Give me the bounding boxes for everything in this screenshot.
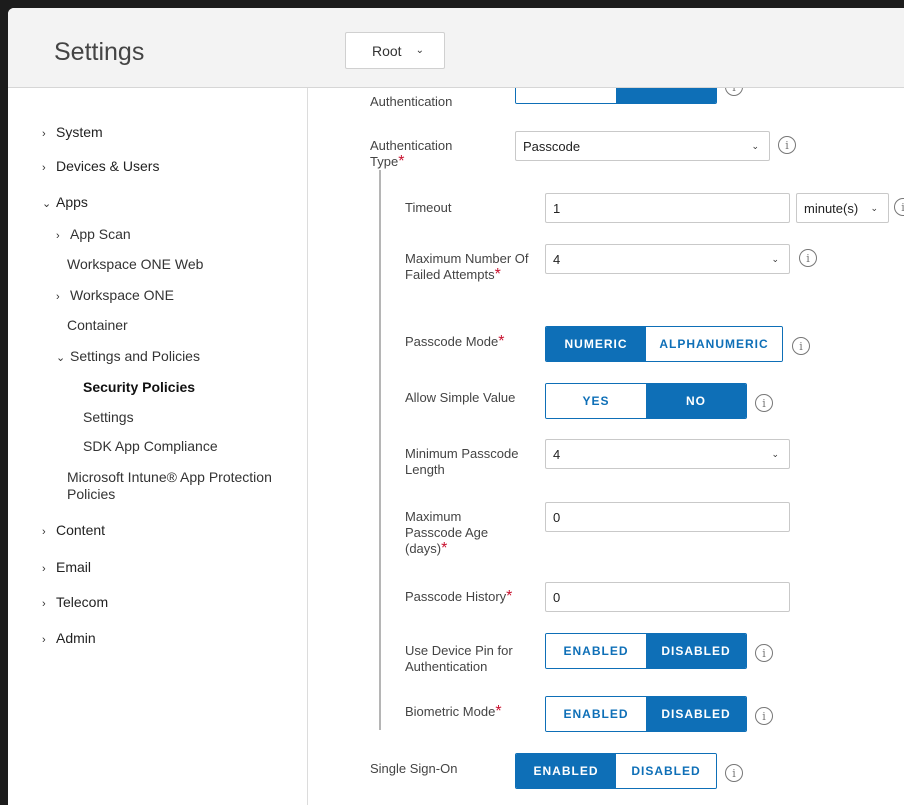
passcode-mode-alphanumeric[interactable]: ALPHANUMERIC xyxy=(646,327,782,361)
chevron-down-icon: ⌄ xyxy=(42,198,52,210)
chevron-down-icon: ⌄ xyxy=(870,203,878,213)
sidebar-item-content[interactable]: › Content xyxy=(42,522,105,538)
passcode-mode-toggle[interactable]: NUMERIC ALPHANUMERIC xyxy=(545,326,783,362)
chevron-right-icon: › xyxy=(42,563,46,575)
allow-simple-value-toggle[interactable]: YES NO xyxy=(545,383,747,419)
info-icon[interactable]: i xyxy=(755,644,773,662)
device-pin-label: Use Device Pin for Authentication xyxy=(405,643,513,674)
chevron-down-icon: ⌄ xyxy=(56,352,66,364)
single-sign-on-toggle[interactable]: ENABLED DISABLED xyxy=(515,753,717,789)
max-passcode-age-input[interactable]: 0 xyxy=(545,502,790,532)
required-asterisk: * xyxy=(441,540,448,557)
chevron-down-icon: ⌄ xyxy=(771,449,779,459)
info-icon[interactable]: i xyxy=(755,707,773,725)
authentication-option-on[interactable] xyxy=(616,88,716,103)
chevron-right-icon: › xyxy=(56,291,60,303)
sidebar-item-telecom[interactable]: › Telecom xyxy=(42,594,108,610)
allow-simple-no[interactable]: NO xyxy=(646,384,746,418)
chevron-down-icon: ⌄ xyxy=(415,45,424,56)
sso-disabled[interactable]: DISABLED xyxy=(616,754,716,788)
max-failed-attempts-select[interactable]: 4 ⌄ xyxy=(545,244,790,274)
sidebar-item-settings[interactable]: Settings xyxy=(83,409,134,425)
biometric-mode-label: Biometric Mode* xyxy=(405,703,502,720)
min-passcode-length-select[interactable]: 4 ⌄ xyxy=(545,439,790,469)
sidebar-item-workspace-one[interactable]: › Workspace ONE xyxy=(56,287,174,303)
device-pin-enabled[interactable]: ENABLED xyxy=(546,634,646,668)
chevron-right-icon: › xyxy=(42,598,46,610)
info-icon[interactable]: i xyxy=(778,136,796,154)
timeout-label: Timeout xyxy=(405,200,452,215)
sidebar-item-container[interactable]: Container xyxy=(67,317,128,333)
sidebar-item-email[interactable]: › Email xyxy=(42,559,91,575)
sidebar-item-sdk-app-compliance[interactable]: SDK App Compliance xyxy=(83,438,218,454)
passcode-history-input[interactable]: 0 xyxy=(545,582,790,612)
required-asterisk: * xyxy=(495,703,502,720)
info-icon[interactable]: i xyxy=(755,394,773,412)
biometric-mode-toggle[interactable]: ENABLED DISABLED xyxy=(545,696,747,732)
sso-enabled[interactable]: ENABLED xyxy=(516,754,616,788)
authentication-option-off[interactable] xyxy=(516,88,616,103)
required-asterisk: * xyxy=(494,266,501,283)
chevron-down-icon: ⌄ xyxy=(771,254,779,264)
timeout-input[interactable]: 1 xyxy=(545,193,790,223)
info-icon[interactable]: i xyxy=(799,249,817,267)
sidebar-item-intune-app-protection[interactable]: Microsoft Intune® App Protection Policie… xyxy=(67,469,297,503)
sidebar-item-app-scan[interactable]: › App Scan xyxy=(56,226,131,242)
org-group-value: Root xyxy=(372,42,402,59)
biometric-disabled[interactable]: DISABLED xyxy=(646,697,746,731)
required-asterisk: * xyxy=(506,588,513,605)
max-passcode-age-label: Maximum Passcode Age (days)* xyxy=(405,509,489,557)
max-failed-attempts-label: Maximum Number Of Failed Attempts* xyxy=(405,251,529,283)
chevron-right-icon: › xyxy=(56,230,60,242)
sidebar-item-workspace-one-web[interactable]: Workspace ONE Web xyxy=(67,256,203,272)
info-icon[interactable]: i xyxy=(894,198,904,216)
chevron-right-icon: › xyxy=(42,526,46,538)
required-asterisk: * xyxy=(398,153,405,170)
device-pin-toggle[interactable]: ENABLED DISABLED xyxy=(545,633,747,669)
allow-simple-yes[interactable]: YES xyxy=(546,384,646,418)
device-pin-disabled[interactable]: DISABLED xyxy=(646,634,746,668)
allow-simple-value-label: Allow Simple Value xyxy=(405,390,516,405)
sidebar-item-devices-users[interactable]: › Devices & Users xyxy=(42,158,159,174)
authentication-type-label: Authentication Type* xyxy=(370,138,453,170)
org-group-selector[interactable]: Root ⌄ xyxy=(345,32,445,69)
info-icon[interactable]: i xyxy=(725,764,743,782)
chevron-down-icon: ⌄ xyxy=(751,141,759,151)
settings-form: Authentication i Authentication Type* Pa… xyxy=(309,88,904,805)
chevron-right-icon: › xyxy=(42,128,46,140)
min-passcode-length-label: Minimum Passcode Length xyxy=(405,446,519,477)
required-asterisk: * xyxy=(498,333,505,350)
sidebar-item-settings-and-policies[interactable]: ⌄ Settings and Policies xyxy=(56,348,200,364)
settings-window: Settings Root ⌄ › System › Devices & Users… xyxy=(8,8,904,805)
sidebar-item-system[interactable]: › System xyxy=(42,124,103,140)
sidebar-item-apps[interactable]: ⌄ Apps xyxy=(42,194,88,210)
passcode-history-label: Passcode History* xyxy=(405,588,513,605)
passcode-mode-numeric[interactable]: NUMERIC xyxy=(546,327,646,361)
chevron-right-icon: › xyxy=(42,634,46,646)
sidebar-item-security-policies[interactable]: Security Policies xyxy=(83,379,195,395)
nested-settings-divider xyxy=(379,170,381,730)
single-sign-on-label: Single Sign-On xyxy=(370,761,458,776)
passcode-mode-label: Passcode Mode* xyxy=(405,333,505,350)
authentication-toggle[interactable] xyxy=(515,88,717,104)
info-icon[interactable]: i xyxy=(792,337,810,355)
settings-sidebar: › System › Devices & Users ⌄ Apps › App Scan… xyxy=(8,88,308,805)
authentication-label: Authentication xyxy=(370,94,453,109)
chevron-right-icon: › xyxy=(42,162,46,174)
page-header: Settings Root ⌄ xyxy=(8,8,904,88)
sidebar-item-admin[interactable]: › Admin xyxy=(42,630,96,646)
timeout-unit-select[interactable]: minute(s) ⌄ xyxy=(796,193,889,223)
biometric-enabled[interactable]: ENABLED xyxy=(546,697,646,731)
authentication-type-select[interactable]: Passcode ⌄ xyxy=(515,131,770,161)
info-icon[interactable]: i xyxy=(725,88,743,96)
page-title: Settings xyxy=(54,38,145,66)
